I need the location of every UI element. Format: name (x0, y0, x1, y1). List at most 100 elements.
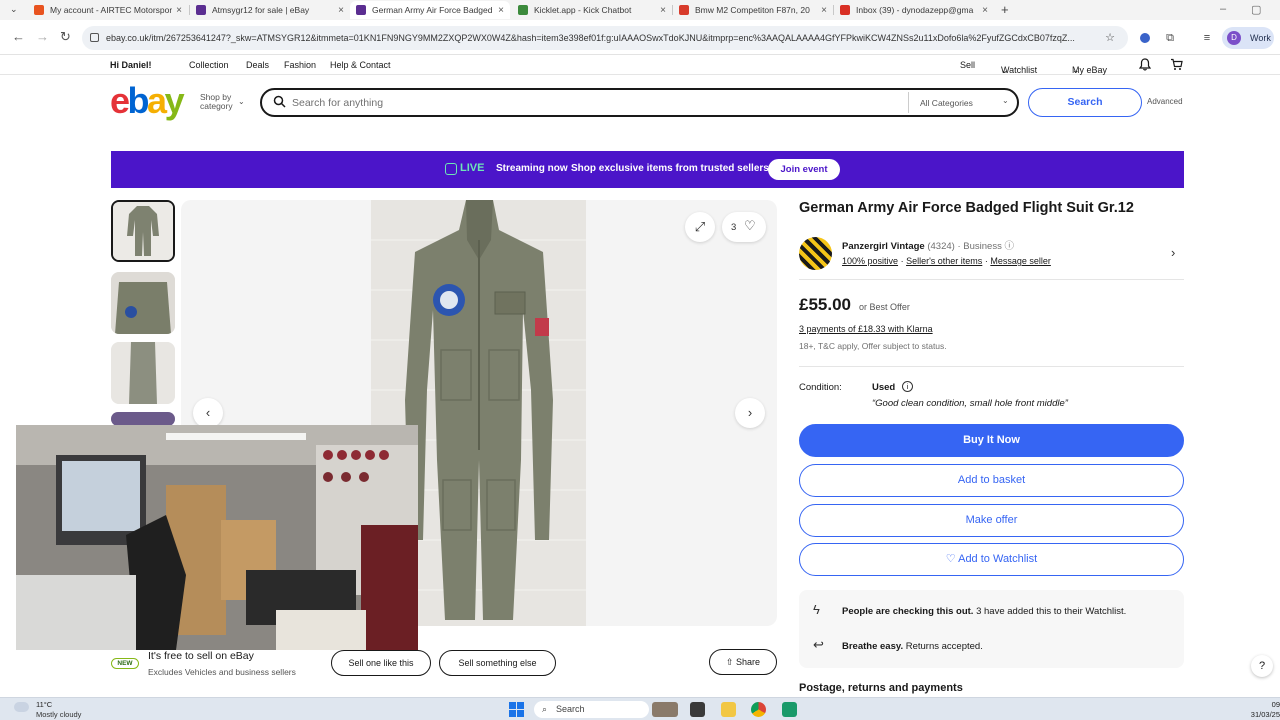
widgets-icon[interactable] (652, 702, 678, 717)
tab-search-icon[interactable]: ⌄ (10, 4, 18, 15)
search-input[interactable]: Search for anything (292, 97, 383, 109)
notification-bell-icon[interactable] (1138, 58, 1152, 73)
klarna-note: 18+, T&C apply, Offer subject to status. (799, 341, 947, 351)
tab-inbox[interactable]: Inbox (39) - dynodazepp@gma × (834, 1, 994, 19)
close-icon[interactable]: × (338, 5, 344, 16)
thumbnail-3[interactable] (111, 342, 175, 404)
seller-type: Business (963, 241, 1002, 252)
share-button[interactable]: ⇧ Share (709, 649, 777, 675)
ebay-logo[interactable]: ebay (110, 82, 185, 120)
buy-it-now-button[interactable]: Buy It Now (799, 424, 1184, 457)
help-button[interactable]: ? (1251, 655, 1273, 677)
category-select[interactable]: All Categories (920, 98, 973, 108)
lightning-icon: ϟ (813, 602, 820, 617)
webcam-feed-image (16, 425, 418, 650)
back-button[interactable]: ← (12, 30, 25, 44)
tab-airtec[interactable]: My account - AIRTEC Motorsport × (28, 1, 188, 19)
cloud-icon[interactable] (14, 702, 29, 712)
taskbar-clock[interactable]: 09 31/03/25 (1248, 700, 1280, 720)
nav-fashion[interactable]: Fashion (284, 60, 316, 70)
profile-button[interactable]: D Work (1222, 27, 1274, 49)
add-to-watchlist-button[interactable]: ♡ Add to Watchlist (799, 543, 1184, 576)
shop-by-category-button[interactable]: Shop by category ⌄ (200, 93, 248, 111)
taskbar-search[interactable]: ⌕ Search (534, 701, 649, 718)
windows-start-icon[interactable] (509, 702, 524, 717)
chevron-right-icon[interactable]: › (1171, 245, 1175, 260)
info-icon[interactable]: i (902, 381, 913, 392)
weather-status[interactable]: Mostly cloudy (36, 710, 81, 719)
tab-bmw[interactable]: Bmw M2 Competiton F87n, 20 × (673, 1, 833, 19)
file-explorer-icon[interactable] (721, 702, 736, 717)
seller-other-items-link[interactable]: Seller's other items (906, 256, 982, 266)
seller-name[interactable]: Panzergirl Vintage (842, 241, 925, 252)
url-field[interactable]: ebay.co.uk/itm/267253641247?_skw=ATMSYGR… (82, 26, 1128, 50)
new-badge: NEW (111, 658, 139, 669)
klarna-link[interactable]: 3 payments of £18.33 with Klarna (799, 324, 933, 334)
bmw-favicon (679, 5, 689, 15)
close-icon[interactable]: × (660, 5, 666, 16)
search-button[interactable]: Search (1028, 88, 1142, 117)
expand-image-button[interactable]: ⤢ (685, 212, 715, 242)
banner-message: Shop exclusive items from trusted seller… (571, 163, 769, 174)
next-image-button[interactable]: › (735, 398, 765, 428)
close-icon[interactable]: × (498, 5, 504, 16)
task-view-icon[interactable] (690, 702, 705, 717)
seller-card[interactable]: Panzergirl Vintage (4324) · Business ⓘ 1… (799, 230, 1184, 280)
message-seller-link[interactable]: Message seller (990, 256, 1051, 266)
positive-feedback-link[interactable]: 100% positive (842, 256, 898, 266)
best-offer-text: or Best Offer (859, 302, 910, 312)
join-event-button[interactable]: Join event (768, 159, 840, 180)
chevron-down-icon: ⌄ (1072, 65, 1080, 75)
chrome-icon[interactable] (751, 702, 766, 717)
browser-address-bar: ← → ↻ ebay.co.uk/itm/267253641247?_skw=A… (0, 20, 1280, 55)
add-to-basket-button[interactable]: Add to basket (799, 464, 1184, 497)
tab-kicklet[interactable]: Kicklet.app - Kick Chatbot × (512, 1, 672, 19)
cart-icon[interactable] (1170, 58, 1183, 73)
extensions-puzzle-icon[interactable]: ⧉ (1164, 32, 1176, 44)
nav-sell[interactable]: Sell (960, 60, 975, 70)
close-icon[interactable]: × (176, 5, 182, 16)
airtec-favicon (34, 5, 44, 15)
chevron-down-icon: ⌄ (238, 97, 245, 106)
sell-one-like-this-button[interactable]: Sell one like this (331, 650, 431, 676)
make-offer-button[interactable]: Make offer (799, 504, 1184, 537)
postage-section-heading[interactable]: Postage, returns and payments (799, 682, 963, 694)
new-tab-button[interactable]: + (1001, 2, 1009, 17)
nav-help-contact[interactable]: Help & Contact (330, 60, 391, 70)
weather-temp[interactable]: 11°C (36, 700, 52, 709)
maximize-button[interactable]: ▢ (1251, 3, 1261, 16)
advanced-search-link[interactable]: Advanced (1147, 97, 1183, 106)
sell-something-else-button[interactable]: Sell something else (439, 650, 556, 676)
tab-german-army[interactable]: German Army Air Force Badged × (350, 1, 510, 19)
flight-suit-thumbnail-image (113, 202, 173, 260)
site-info-icon[interactable] (90, 33, 99, 42)
minimize-button[interactable]: – (1220, 3, 1226, 15)
condition-note: “Good clean condition, small hole front … (872, 398, 1068, 409)
reload-button[interactable]: ↻ (60, 30, 71, 44)
tab-atmsygr12[interactable]: Atmsygr12 for sale | eBay × (190, 1, 350, 19)
extension-icon[interactable] (1140, 33, 1150, 43)
app-icon[interactable] (782, 702, 797, 717)
browser-tab-bar: ⌄ My account - AIRTEC Motorsport × Atmsy… (0, 0, 1280, 20)
bookmark-star-icon[interactable]: ☆ (1104, 32, 1116, 44)
thumbnail-4[interactable] (111, 412, 175, 426)
live-icon (445, 163, 457, 175)
watch-count-button[interactable]: 3 ♡ (722, 212, 766, 242)
streaming-label: Streaming now (496, 163, 568, 174)
nav-collection[interactable]: Collection (189, 60, 229, 70)
media-control-icon[interactable]: ≡ (1201, 32, 1213, 44)
thumbnail-2[interactable] (111, 272, 175, 334)
close-icon[interactable]: × (821, 5, 827, 16)
thumbnail-1[interactable] (111, 200, 175, 262)
info-icon[interactable]: ⓘ (1004, 241, 1014, 252)
live-event-banner[interactable]: LIVE Streaming now Shop exclusive items … (111, 151, 1184, 188)
greeting[interactable]: Hi Daniel! (110, 60, 152, 70)
close-icon[interactable]: × (982, 5, 988, 16)
forward-button[interactable]: → (36, 30, 49, 44)
nav-deals[interactable]: Deals (246, 60, 269, 70)
windows-taskbar: 11°C Mostly cloudy ⌕ Search 09 31/03/25 (0, 697, 1280, 720)
previous-image-button[interactable]: ‹ (193, 398, 223, 428)
seller-feedback-count: (4324) (927, 241, 955, 252)
returns-signal: Breathe easy. Returns accepted. (842, 641, 983, 652)
search-box: Search for anything All Categories ⌄ (260, 88, 1019, 117)
